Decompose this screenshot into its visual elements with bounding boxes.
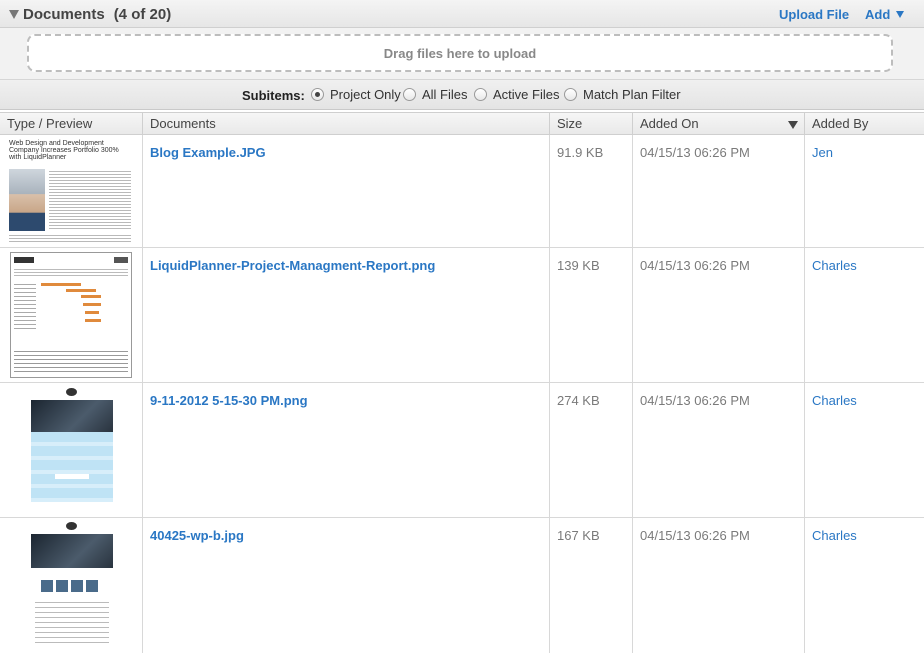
text-lines (14, 267, 128, 277)
filter-option-match-plan-filter[interactable]: Match Plan Filter (564, 87, 681, 102)
filter-option-label: Match Plan Filter (583, 87, 681, 102)
add-label: Add (865, 7, 891, 22)
text-lines (49, 169, 131, 231)
document-link[interactable]: 9-11-2012 5-15-30 PM.png (150, 393, 308, 408)
added-on-cell: 04/15/13 06:26 PM (633, 135, 805, 247)
table-lines (14, 348, 128, 374)
radio-selected-icon[interactable] (311, 88, 324, 101)
document-link[interactable]: Blog Example.JPG (150, 145, 266, 160)
hero-image (31, 400, 113, 432)
content-area (31, 432, 113, 502)
preview-cell: Web Design and Development Company Incre… (0, 135, 143, 247)
added-on-cell: 04/15/13 06:26 PM (633, 518, 805, 653)
document-link[interactable]: 40425-wp-b.jpg (150, 528, 244, 543)
document-link[interactable]: LiquidPlanner-Project-Managment-Report.p… (150, 258, 435, 273)
column-header-documents[interactable]: Documents (143, 113, 550, 135)
preview-cell (0, 248, 143, 382)
logo-icon (66, 388, 77, 396)
added-by-cell: Charles (805, 383, 924, 517)
website-preview-thumbnail[interactable] (29, 520, 115, 650)
logo-icon (66, 522, 77, 530)
table-row[interactable]: 9-11-2012 5-15-30 PM.png 274 KB 04/15/13… (0, 383, 924, 518)
button-shape (55, 474, 89, 479)
caret-down-icon (896, 11, 905, 18)
radio-icon[interactable] (564, 88, 577, 101)
labels (14, 281, 36, 331)
collapse-triangle-icon[interactable] (9, 10, 19, 19)
document-name-cell: 9-11-2012 5-15-30 PM.png (143, 383, 550, 517)
size-cell: 167 KB (550, 518, 633, 653)
bar (85, 319, 101, 322)
documents-title: Documents (23, 6, 105, 23)
bar (66, 289, 96, 292)
blog-preview-thumbnail[interactable]: Web Design and Development Company Incre… (7, 139, 133, 243)
table-header: Type / Preview Documents Size Added On A… (0, 112, 924, 135)
subitems-label: Subitems: (242, 88, 305, 103)
logo-block (114, 257, 128, 263)
filter-option-project-only[interactable]: Project Only (311, 87, 401, 102)
preview-cell (0, 518, 143, 653)
user-link[interactable]: Charles (812, 528, 857, 543)
filter-option-active-files[interactable]: Active Files (474, 87, 559, 102)
document-name-cell: LiquidPlanner-Project-Managment-Report.p… (143, 248, 550, 382)
website-preview-thumbnail[interactable] (29, 386, 115, 514)
added-on-cell: 04/15/13 06:26 PM (633, 248, 805, 382)
size-cell: 91.9 KB (550, 135, 633, 247)
documents-count: (4 of 20) (113, 6, 172, 23)
table-row[interactable]: LiquidPlanner-Project-Managment-Report.p… (0, 248, 924, 383)
upload-file-link[interactable]: Upload File (779, 7, 849, 22)
filter-option-all-files[interactable]: All Files (403, 87, 468, 102)
preview-title: Web Design and Development Company Incre… (9, 140, 119, 161)
subitems-filter: Subitems: Project Only All Files Active … (0, 80, 924, 110)
documents-header: Documents (4 of 20) Upload File Add (0, 0, 924, 28)
radio-icon[interactable] (403, 88, 416, 101)
bar (81, 295, 101, 298)
size-cell: 274 KB (550, 383, 633, 517)
document-name-cell: 40425-wp-b.jpg (143, 518, 550, 653)
bar (83, 303, 101, 306)
column-header-added-on[interactable]: Added On (633, 113, 805, 135)
table-row[interactable]: Web Design and Development Company Incre… (0, 135, 924, 248)
bar (41, 283, 81, 286)
filter-option-label: Project Only (330, 87, 401, 102)
file-dropzone[interactable]: Drag files here to upload (27, 34, 893, 72)
document-name-cell: Blog Example.JPG (143, 135, 550, 247)
added-by-cell: Charles (805, 518, 924, 653)
documents-title-group[interactable]: Documents (4 of 20) (9, 6, 171, 23)
column-header-type-preview[interactable]: Type / Preview (0, 113, 143, 135)
image-strip (41, 580, 101, 592)
column-header-added-on-label: Added On (640, 116, 699, 131)
filter-option-label: Active Files (493, 87, 560, 102)
text-lines (9, 233, 131, 243)
column-header-added-by[interactable]: Added By (805, 113, 924, 135)
hero-image (31, 534, 113, 568)
preview-cell (0, 383, 143, 517)
column-header-size[interactable]: Size (550, 113, 633, 135)
user-link[interactable]: Charles (812, 258, 857, 273)
radio-icon[interactable] (474, 88, 487, 101)
user-link[interactable]: Charles (812, 393, 857, 408)
add-menu-button[interactable]: Add (865, 7, 905, 22)
table-row[interactable]: 40425-wp-b.jpg 167 KB 04/15/13 06:26 PM … (0, 518, 924, 653)
user-link[interactable]: Jen (812, 145, 833, 160)
filter-option-label: All Files (422, 87, 468, 102)
bar (85, 311, 99, 314)
added-on-cell: 04/15/13 06:26 PM (633, 383, 805, 517)
text-lines (35, 598, 109, 644)
size-cell: 139 KB (550, 248, 633, 382)
sort-descending-icon[interactable] (788, 121, 798, 129)
report-preview-thumbnail[interactable] (10, 252, 132, 378)
person-photo (9, 169, 45, 231)
added-by-cell: Charles (805, 248, 924, 382)
dropzone-area: Drag files here to upload (0, 28, 924, 80)
logo-block (14, 257, 34, 263)
added-by-cell: Jen (805, 135, 924, 247)
